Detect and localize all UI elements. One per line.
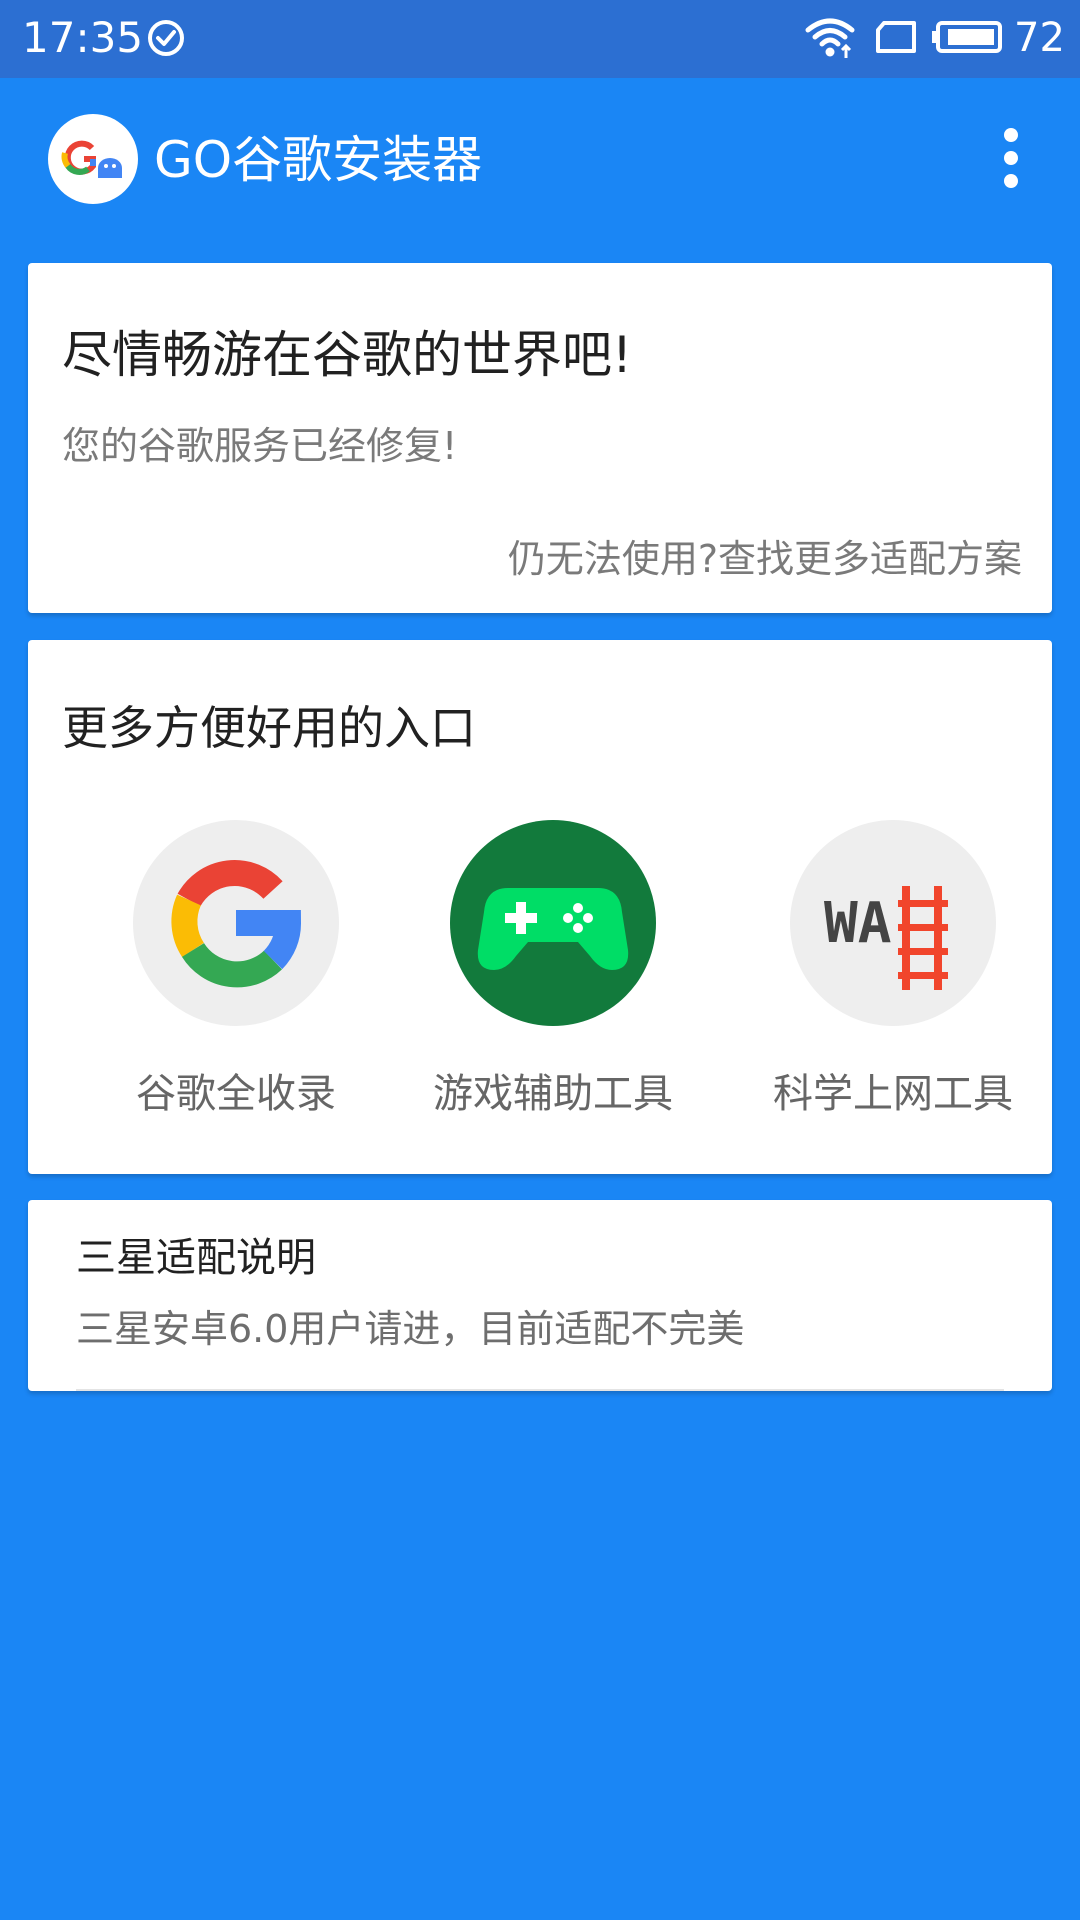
status-time: 17:35 (22, 13, 144, 62)
entries-title: 更多方便好用的入口 (62, 701, 476, 755)
entry-game-tools[interactable]: 游戏辅助工具 (403, 820, 703, 1140)
app-bar: GO谷歌安装器 (0, 78, 1080, 242)
wifi-icon (805, 18, 855, 58)
entry-proxy-tools[interactable]: WA 科学上网工具 (743, 820, 1043, 1140)
notice-card[interactable]: 三星适配说明 三星安卓6.0用户请进，目前适配不完美 (28, 1200, 1052, 1391)
check-circle-icon (148, 20, 184, 56)
hero-subtitle: 您的谷歌服务已经修复! (62, 424, 458, 468)
wa-ladder-icon: WA (790, 820, 996, 1026)
sim-card-icon (876, 21, 916, 53)
status-bar: 17:35 72 (0, 0, 1080, 78)
wa-text: WA (824, 891, 891, 956)
go-google-logo-icon (48, 114, 138, 204)
more-solutions-link[interactable]: 仍无法使用?查找更多适配方案 (508, 535, 1022, 583)
battery-icon (932, 21, 1002, 53)
hero-title: 尽情畅游在谷歌的世界吧! (62, 326, 633, 384)
app-title: GO谷歌安装器 (154, 131, 483, 189)
hero-card: 尽情畅游在谷歌的世界吧! 您的谷歌服务已经修复! 仍无法使用?查找更多适配方案 (28, 263, 1052, 613)
entry-label: 游戏辅助工具 (433, 1071, 673, 1117)
entry-label: 谷歌全收录 (136, 1071, 336, 1117)
entry-label: 科学上网工具 (773, 1071, 1013, 1117)
battery-level: 72 (1014, 15, 1065, 61)
notice-title: 三星适配说明 (76, 1235, 316, 1281)
entry-google-all[interactable]: 谷歌全收录 (86, 820, 386, 1140)
notice-subtitle: 三星安卓6.0用户请进，目前适配不完美 (76, 1307, 745, 1351)
more-vertical-icon[interactable] (994, 128, 1034, 188)
gamepad-icon (450, 820, 656, 1026)
divider (76, 1389, 1004, 1391)
entries-card: 更多方便好用的入口 谷歌全收录 游戏辅助工具 WA 科学上网工具 (28, 640, 1052, 1174)
google-g-icon (133, 820, 339, 1026)
